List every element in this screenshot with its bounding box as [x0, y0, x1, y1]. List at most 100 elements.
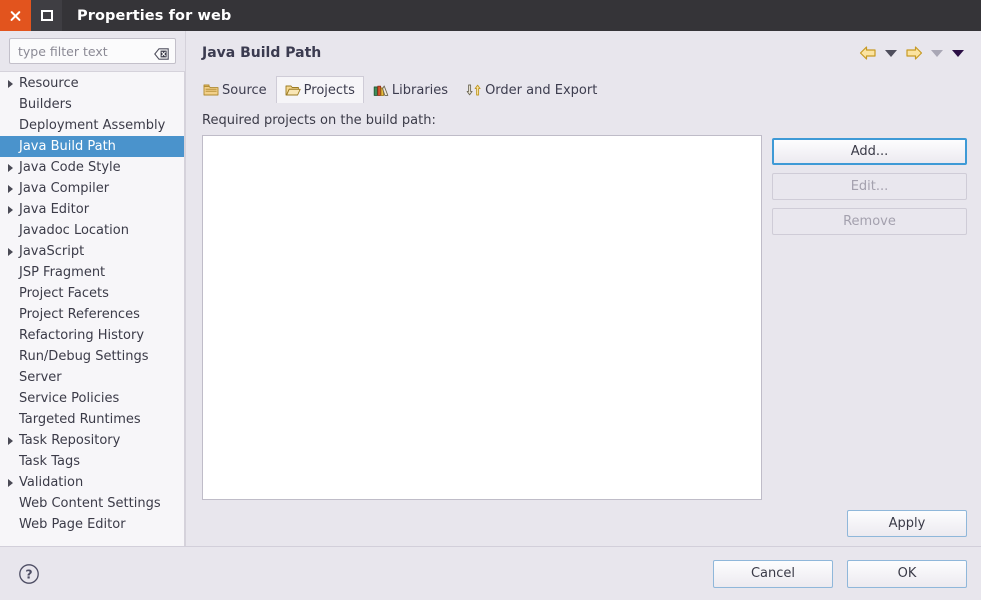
maximize-icon	[40, 10, 53, 21]
back-history-chevron-down-icon[interactable]	[882, 42, 900, 64]
sidebar-item-label: Java Code Style	[19, 160, 121, 175]
sidebar-item-label: Javadoc Location	[19, 223, 129, 238]
sidebar-item-label: Server	[19, 370, 62, 385]
expand-arrow-icon[interactable]	[4, 436, 17, 445]
sidebar-item-label: Deployment Assembly	[19, 118, 166, 133]
sidebar-item-java-compiler[interactable]: Java Compiler	[0, 178, 184, 199]
sidebar-item-javadoc-location[interactable]: Javadoc Location	[0, 220, 184, 241]
tab-label: Source	[222, 82, 267, 98]
tab-libraries[interactable]: Libraries	[364, 76, 457, 103]
expand-arrow-icon[interactable]	[4, 163, 17, 172]
maximize-window-button[interactable]	[31, 0, 62, 31]
sidebar-item-label: Java Build Path	[19, 139, 116, 154]
sidebar-item-label: JSP Fragment	[19, 265, 106, 280]
back-arrow-icon[interactable]	[857, 42, 879, 64]
sidebar-item-java-code-style[interactable]: Java Code Style	[0, 157, 184, 178]
expand-arrow-icon[interactable]	[4, 478, 17, 487]
expand-arrow-icon[interactable]	[4, 184, 17, 193]
sidebar-item-label: Project References	[19, 307, 140, 322]
sidebar-item-refactoring-history[interactable]: Refactoring History	[0, 325, 184, 346]
sidebar-item-java-build-path[interactable]: Java Build Path	[0, 136, 184, 157]
panel-main: Add... Edit... Remove	[202, 135, 967, 500]
sidebar-item-label: Web Content Settings	[19, 496, 161, 511]
sidebar-item-task-repository[interactable]: Task Repository	[0, 430, 184, 451]
sidebar-item-server[interactable]: Server	[0, 367, 184, 388]
projects-tab-panel: Required projects on the build path: Add…	[186, 103, 981, 500]
dialog-footer: ? Cancel OK	[0, 546, 981, 600]
sidebar-item-jsp-fragment[interactable]: JSP Fragment	[0, 262, 184, 283]
source-folder-icon	[203, 83, 219, 98]
books-icon	[373, 83, 389, 98]
sidebar-item-label: Run/Debug Settings	[19, 349, 149, 364]
forward-arrow-icon[interactable]	[903, 42, 925, 64]
close-icon	[9, 9, 22, 22]
sidebar-item-javascript[interactable]: JavaScript	[0, 241, 184, 262]
footer-buttons: Cancel OK	[713, 559, 967, 588]
tab-projects[interactable]: Projects	[275, 76, 364, 103]
sidebar-item-label: JavaScript	[19, 244, 85, 259]
cancel-button[interactable]: Cancel	[713, 559, 833, 588]
page-header: Java Build Path	[186, 31, 981, 75]
properties-dialog: Properties for web Resource Builders Deplo…	[0, 0, 981, 600]
sidebar-item-resource[interactable]: Resource	[0, 73, 184, 94]
sidebar-item-targeted-runtimes[interactable]: Targeted Runtimes	[0, 409, 184, 430]
sidebar-item-java-editor[interactable]: Java Editor	[0, 199, 184, 220]
edit-button: Edit...	[772, 173, 967, 200]
apply-row: Apply	[186, 500, 981, 546]
sidebar-item-service-policies[interactable]: Service Policies	[0, 388, 184, 409]
remove-button: Remove	[772, 208, 967, 235]
sidebar-item-label: Task Repository	[19, 433, 121, 448]
filter-input[interactable]	[9, 38, 176, 64]
add-button[interactable]: Add...	[772, 138, 967, 165]
window-titlebar: Properties for web	[0, 0, 981, 31]
filter-field-wrapper	[9, 38, 176, 64]
page-title: Java Build Path	[202, 45, 322, 61]
tab-source[interactable]: Source	[194, 76, 276, 103]
sidebar-item-label: Java Editor	[19, 202, 90, 217]
sidebar-item-label: Java Compiler	[19, 181, 110, 196]
tab-label: Libraries	[391, 82, 449, 98]
ok-button[interactable]: OK	[847, 559, 967, 588]
sidebar-item-label: Project Facets	[19, 286, 109, 301]
expand-arrow-icon[interactable]	[4, 247, 17, 256]
sidebar-item-run-debug-settings[interactable]: Run/Debug Settings	[0, 346, 184, 367]
required-projects-list[interactable]	[202, 135, 762, 500]
expand-arrow-icon[interactable]	[4, 205, 17, 214]
sidebar-item-label: Service Policies	[19, 391, 120, 406]
window-title: Properties for web	[77, 7, 232, 24]
dialog-body: Resource Builders Deployment Assembly Java …	[0, 31, 981, 546]
sidebar-item-label: Task Tags	[19, 454, 80, 469]
forward-history-chevron-down-icon[interactable]	[928, 42, 946, 64]
tab-label: Projects	[303, 82, 355, 98]
close-window-button[interactable]	[0, 0, 31, 31]
panel-label: Required projects on the build path:	[202, 113, 436, 128]
open-folder-icon	[285, 83, 301, 98]
tab-order-and-export[interactable]: Order and Export	[457, 76, 606, 103]
apply-button[interactable]: Apply	[847, 510, 967, 537]
sidebar-item-task-tags[interactable]: Task Tags	[0, 451, 184, 472]
sidebar-item-validation[interactable]: Validation	[0, 472, 184, 493]
tab-label: Order and Export	[485, 82, 598, 98]
sidebar-item-label: Targeted Runtimes	[19, 412, 141, 427]
sidebar-item-label: Refactoring History	[19, 328, 145, 343]
expand-arrow-icon[interactable]	[4, 79, 17, 88]
sidebar-item-web-page-editor[interactable]: Web Page Editor	[0, 514, 184, 535]
navigation-controls	[857, 42, 967, 64]
sidebar-item-project-facets[interactable]: Project Facets	[0, 283, 184, 304]
order-arrows-icon	[466, 83, 482, 98]
sidebar-item-label: Resource	[19, 76, 79, 91]
build-path-tabs[interactable]: Source Projects Libraries Order and Export	[186, 75, 981, 103]
settings-tree[interactable]: Resource Builders Deployment Assembly Java …	[0, 71, 185, 546]
sidebar-item-project-references[interactable]: Project References	[0, 304, 184, 325]
sidebar-item-label: Builders	[19, 97, 72, 112]
help-circle-icon[interactable]: ?	[18, 563, 40, 585]
svg-text:?: ?	[25, 566, 32, 581]
sidebar-item-label: Web Page Editor	[19, 517, 126, 532]
settings-content: Java Build Path Source Projects Librarie…	[185, 31, 981, 546]
sidebar-item-deployment-assembly[interactable]: Deployment Assembly	[0, 115, 184, 136]
list-action-buttons: Add... Edit... Remove	[772, 135, 967, 500]
sidebar-item-builders[interactable]: Builders	[0, 94, 184, 115]
overflow-menu-chevron-down-icon[interactable]	[949, 42, 967, 64]
sidebar-item-label: Validation	[19, 475, 84, 490]
sidebar-item-web-content-settings[interactable]: Web Content Settings	[0, 493, 184, 514]
